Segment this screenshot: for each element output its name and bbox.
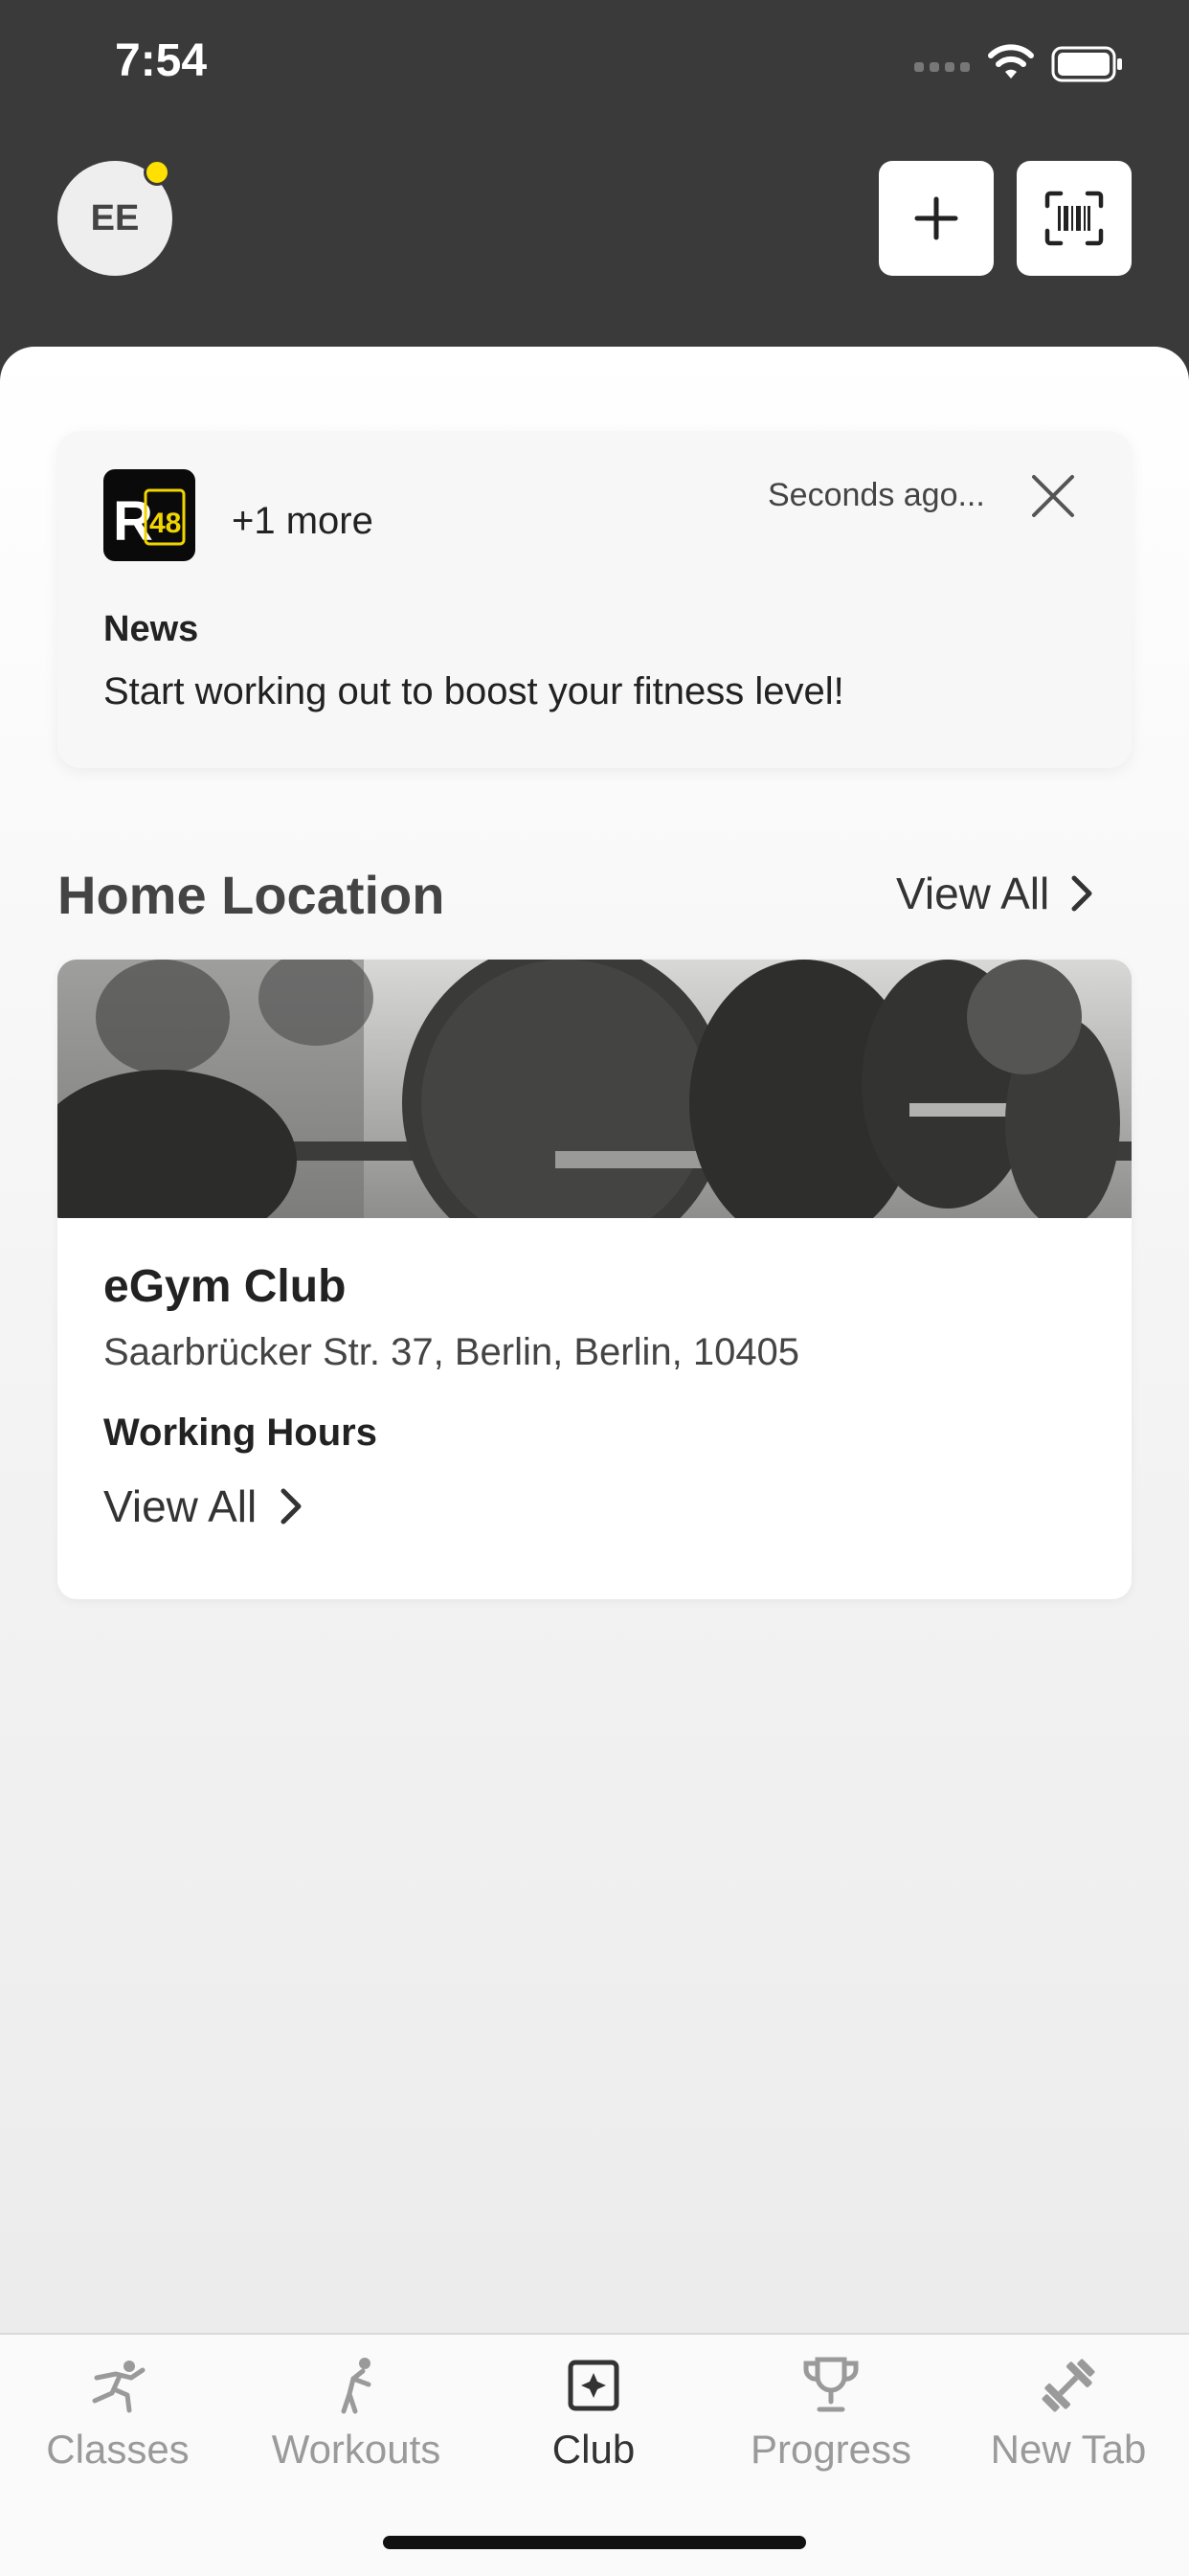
tab-workouts[interactable]: Workouts [241,2352,471,2473]
home-location-view-all-link[interactable]: View All [896,868,1093,919]
cellular-signal-icon [914,62,970,72]
news-title: News [103,609,199,649]
tab-label: Club [551,2427,636,2472]
stretching-person-icon [341,2358,371,2414]
main-content: R 48 +1 more Seconds ago... News Start w… [0,347,1189,2574]
club-brand-logo: R 48 [103,469,195,561]
status-time: 7:54 [115,35,208,86]
trophy-icon [803,2357,859,2412]
chevron-right-icon [280,1488,302,1525]
club-icon [568,2360,619,2411]
tab-label: New Tab [990,2427,1147,2472]
tab-club[interactable]: Club [479,2352,708,2473]
working-hours-label: Working Hours [103,1412,377,1454]
app-header: EE [0,134,1189,354]
working-hours-view-all-link[interactable]: View All [103,1480,303,1532]
dumbbell-icon [1042,2359,1095,2412]
club-name: eGym Club [103,1261,347,1312]
tab-label: Workouts [271,2427,441,2472]
status-bar: 7:54 [0,0,1189,134]
close-icon[interactable] [1026,469,1080,523]
tab-classes[interactable]: Classes [3,2352,233,2473]
news-body: Start working out to boost your fitness … [103,670,844,712]
battery-icon [1051,46,1122,82]
tab-progress[interactable]: Progress [716,2352,946,2473]
barcode-scanner-icon [1044,191,1104,246]
view-all-label: View All [896,869,1050,918]
running-person-icon [92,2361,146,2413]
dumbbell-rack-photo [57,960,1132,1218]
chevron-right-icon [1071,875,1092,912]
notification-dot [144,159,170,186]
tab-new-tab[interactable]: New Tab [953,2352,1183,2473]
club-address: Saarbrücker Str. 37, Berlin, Berlin, 104… [103,1331,800,1373]
tab-label: Classes [46,2427,190,2472]
barcode-scan-button[interactable] [1017,161,1132,276]
home-indicator[interactable] [383,2536,806,2549]
plus-icon [914,196,958,240]
club-card[interactable]: eGym Club Saarbrücker Str. 37, Berlin, B… [57,960,1132,1599]
avatar-initials: EE [90,197,140,238]
home-location-heading: Home Location [57,865,445,925]
add-button[interactable] [879,161,994,276]
tab-label: Progress [750,2427,912,2472]
view-all-label: View All [103,1481,258,1531]
more-notifications-label: +1 more [232,500,373,542]
wifi-icon [988,44,1034,79]
svg-text:48: 48 [149,508,181,539]
notification-timestamp: Seconds ago... [768,477,985,513]
news-notification-card[interactable]: R 48 +1 more Seconds ago... News Start w… [57,431,1132,768]
